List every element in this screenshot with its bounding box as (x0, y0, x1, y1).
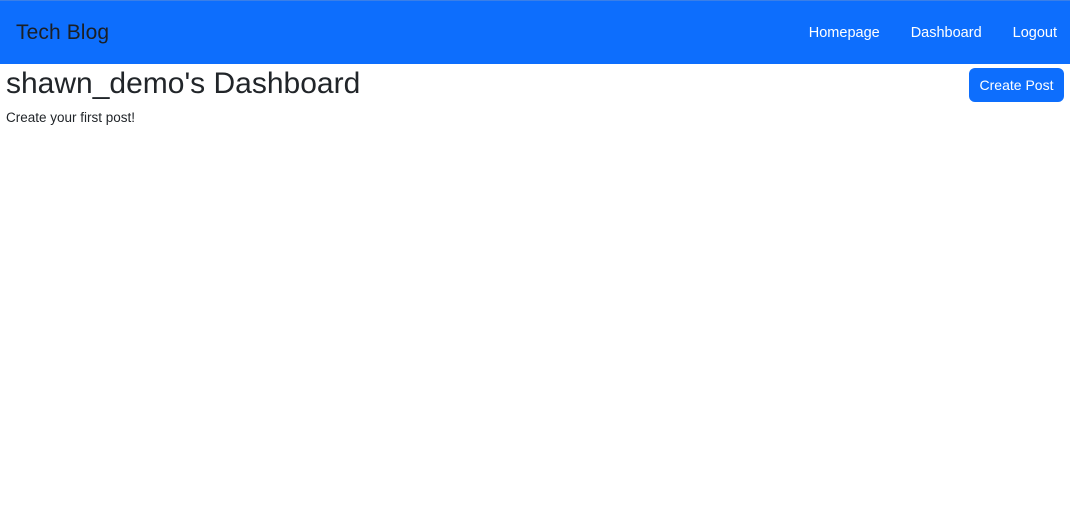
nav-links: Homepage Dashboard Logout (809, 22, 1057, 44)
top-navbar: Tech Blog Homepage Dashboard Logout (0, 0, 1070, 64)
page-title: shawn_demo's Dashboard (6, 67, 361, 100)
create-post-button[interactable]: Create Post (969, 68, 1064, 102)
nav-link-logout[interactable]: Logout (1013, 22, 1057, 44)
nav-link-dashboard[interactable]: Dashboard (911, 22, 982, 44)
site-brand[interactable]: Tech Blog (16, 18, 109, 48)
nav-link-homepage[interactable]: Homepage (809, 22, 880, 44)
empty-posts-message: Create your first post! (6, 110, 136, 125)
